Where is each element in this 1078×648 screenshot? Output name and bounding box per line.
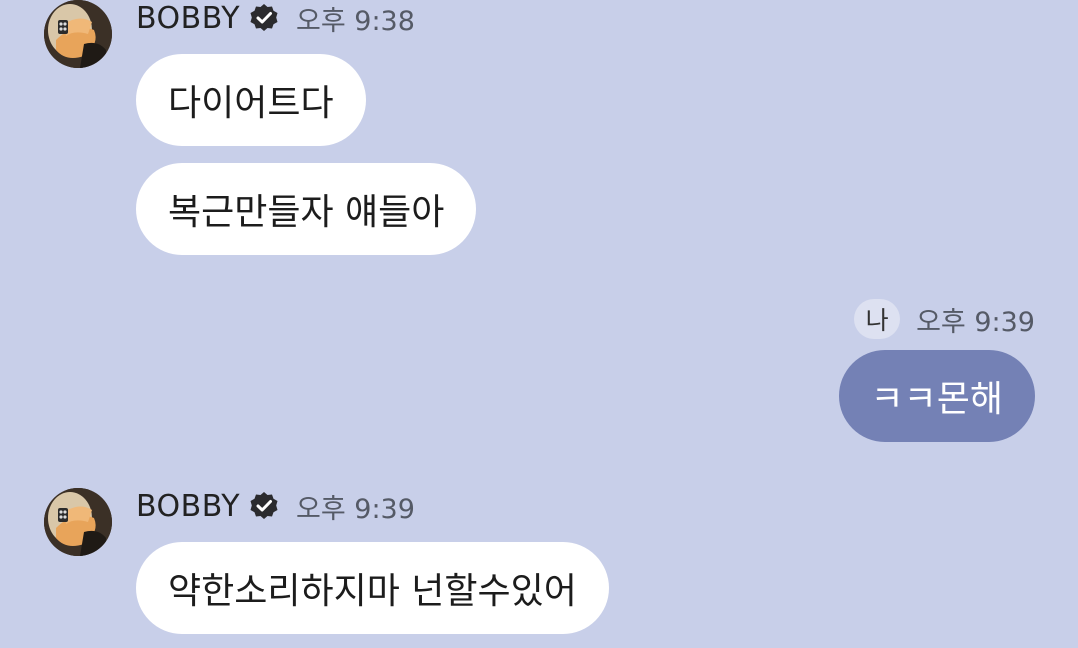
avatar-photo-icon — [44, 488, 112, 556]
sender-name[interactable]: BOBBY — [136, 489, 240, 524]
sender-name[interactable]: BOBBY — [136, 1, 240, 36]
message-time: 오후 9:39 — [916, 306, 1035, 338]
message-time: 오후 9:38 — [296, 5, 415, 37]
me-badge: 나 — [854, 299, 901, 339]
message-bubble[interactable]: 약한소리하지마 넌할수있어 — [136, 542, 609, 634]
message-bubble[interactable]: 복근만들자 얘들아 — [136, 163, 477, 255]
avatar-photo-icon — [44, 0, 112, 68]
verified-badge-icon — [250, 492, 278, 519]
sender-header: BOBBY 오후 9:39 — [136, 488, 415, 525]
verified-badge-icon — [250, 4, 278, 31]
message-bubble[interactable]: 다이어트다 — [136, 54, 366, 146]
sender-avatar[interactable] — [44, 0, 112, 68]
message-time: 오후 9:39 — [296, 493, 415, 525]
sender-avatar[interactable] — [44, 488, 112, 556]
sender-header: BOBBY 오후 9:38 — [136, 0, 415, 37]
my-message-bubble[interactable]: ㅋㅋ몬해 — [838, 350, 1035, 442]
my-message-header: 나 오후 9:39 — [854, 298, 1035, 340]
